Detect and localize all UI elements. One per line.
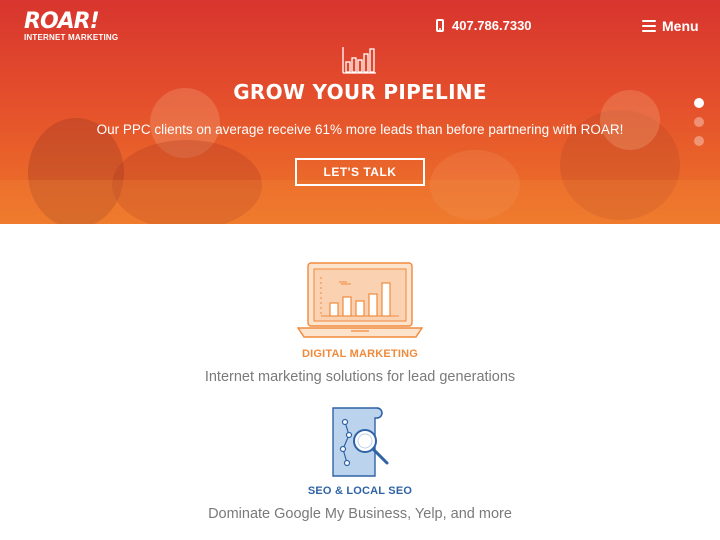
service-seo[interactable]: SEO & LOCAL SEO Dominate Google My Busin… [0, 405, 720, 522]
slider-dots [694, 98, 704, 146]
laptop-bar-chart-icon [297, 262, 423, 338]
hero-banner: ROAR! INTERNET MARKETING 407.786.7330 Me… [0, 0, 720, 224]
service-digital-marketing[interactable]: DIGITAL MARKETING Internet marketing sol… [0, 260, 720, 385]
menu-button[interactable]: Menu [642, 18, 699, 34]
hamburger-icon [642, 20, 656, 32]
hero-photo-floor [0, 180, 720, 224]
logo-wordmark: ROAR! [24, 9, 100, 34]
bar-chart-icon [342, 47, 376, 74]
phone-icon [436, 19, 444, 32]
slider-dot[interactable] [694, 117, 704, 127]
menu-label: Menu [662, 18, 699, 34]
service-description: Dominate Google My Business, Yelp, and m… [208, 506, 512, 522]
service-title: DIGITAL MARKETING [301, 348, 419, 360]
phone-link[interactable]: 407.786.7330 [436, 18, 532, 33]
logo-tagline: INTERNET MARKETING [24, 33, 119, 42]
document-magnifier-icon [332, 407, 389, 477]
slider-dot[interactable] [694, 136, 704, 146]
phone-number: 407.786.7330 [452, 18, 532, 33]
hero-title: GROW YOUR PIPELINE [233, 80, 487, 104]
slider-dot[interactable] [694, 98, 704, 108]
service-description: Internet marketing solutions for lead ge… [204, 369, 516, 385]
service-title: SEO & LOCAL SEO [307, 485, 413, 497]
hero-subtitle: Our PPC clients on average receive 61% m… [96, 122, 624, 137]
lets-talk-button[interactable]: LET'S TALK [295, 158, 425, 186]
roar-logo[interactable]: ROAR! INTERNET MARKETING [24, 9, 119, 43]
